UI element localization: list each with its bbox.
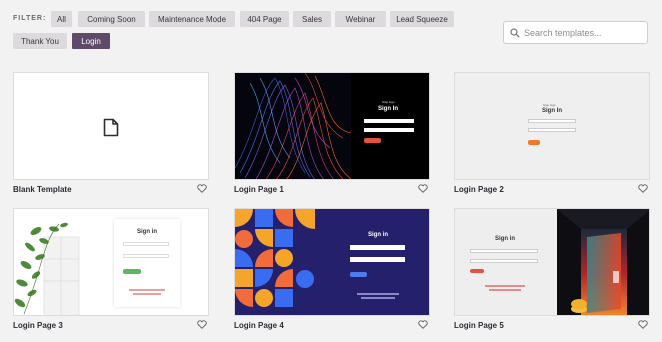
- template-card-login-3: Sign in Login Page 3: [13, 208, 209, 330]
- template-card-login-1: Stop logo Sign In Login Page 1: [234, 72, 430, 194]
- filter-chip-webinar[interactable]: Webinar: [335, 11, 386, 27]
- heart-icon[interactable]: [638, 320, 648, 329]
- preview-footer-link: [485, 285, 525, 287]
- filter-chip-maintenance-mode[interactable]: Maintenance Mode: [149, 11, 235, 27]
- template-thumbnail[interactable]: Stop logo Sign In: [234, 72, 430, 180]
- preview-kicker: Stop logo: [543, 103, 556, 107]
- preview-heading: Sign in: [137, 229, 157, 235]
- template-title: Login Page 5: [454, 321, 504, 330]
- filter-chip-thank-you[interactable]: Thank You: [13, 33, 67, 49]
- preview-password-field: [470, 259, 538, 263]
- preview-footer-link: [133, 293, 161, 295]
- heart-icon[interactable]: [638, 184, 648, 193]
- plant-illustration: [14, 222, 80, 315]
- template-thumbnail[interactable]: Sign in: [234, 208, 430, 316]
- template-thumbnail[interactable]: [13, 72, 209, 180]
- doorway-image: [557, 209, 649, 315]
- preview-email-field: [123, 242, 169, 246]
- heart-icon[interactable]: [197, 320, 207, 329]
- template-title: Login Page 2: [454, 185, 504, 194]
- preview-heading: Sign In: [378, 106, 398, 112]
- preview-submit-button: [528, 140, 540, 145]
- preview-login-box: Sign in: [114, 219, 180, 307]
- heart-icon[interactable]: [418, 184, 428, 193]
- search-icon: [510, 27, 520, 38]
- preview-email-field: [470, 249, 538, 253]
- preview-footer-link: [489, 289, 521, 291]
- filter-chip-404-page[interactable]: 404 Page: [240, 11, 289, 27]
- preview-submit-button: [364, 138, 381, 143]
- preview-password-field: [364, 128, 414, 132]
- preview-footer-link: [357, 293, 399, 295]
- preview-heading: Sign in: [368, 232, 388, 238]
- template-title: Login Page 1: [234, 185, 284, 194]
- template-card-login-4: Sign in Login Page 4: [234, 208, 430, 330]
- preview-email-field: [364, 119, 414, 123]
- preview-heading: Sign in: [495, 236, 515, 242]
- wave-art: [235, 73, 351, 179]
- template-title: Blank Template: [13, 185, 72, 194]
- template-title: Login Page 4: [234, 321, 284, 330]
- filter-chip-lead-squeeze[interactable]: Lead Squeeze: [390, 11, 454, 27]
- template-card-login-5: Sign in Login Page 5: [454, 208, 650, 330]
- preview-footer-link: [129, 289, 165, 291]
- template-title: Login Page 3: [13, 321, 63, 330]
- template-thumbnail[interactable]: Sign in: [454, 208, 650, 316]
- template-gallery: FILTER: All Coming Soon Maintenance Mode…: [0, 0, 662, 342]
- filter-chip-login[interactable]: Login: [72, 33, 110, 49]
- geometric-pattern: [235, 209, 315, 315]
- filter-chip-all[interactable]: All: [51, 11, 72, 27]
- template-thumbnail[interactable]: Stop logo Sign In: [454, 72, 650, 180]
- filter-chip-coming-soon[interactable]: Coming Soon: [78, 11, 145, 27]
- preview-footer-link: [361, 297, 395, 299]
- preview-kicker: Stop logo: [382, 100, 395, 104]
- preview-submit-button: [123, 269, 141, 274]
- template-thumbnail[interactable]: Sign in: [13, 208, 209, 316]
- filter-label: FILTER:: [13, 15, 47, 22]
- heart-icon[interactable]: [418, 320, 428, 329]
- search-input[interactable]: [524, 27, 642, 38]
- search-box[interactable]: [503, 21, 648, 44]
- heart-icon[interactable]: [197, 184, 207, 193]
- preview-email-field: [528, 119, 576, 123]
- preview-submit-button: [470, 269, 484, 273]
- template-card-login-2: Stop logo Sign In Login Page 2: [454, 72, 650, 194]
- preview-password-field: [528, 128, 576, 132]
- preview-heading: Sign In: [542, 108, 562, 114]
- document-icon: [103, 118, 119, 137]
- preview-email-field: [350, 245, 405, 250]
- filter-chip-sales[interactable]: Sales: [293, 11, 331, 27]
- preview-password-field: [350, 257, 405, 262]
- template-card-blank: Blank Template: [13, 72, 209, 194]
- preview-password-field: [123, 254, 169, 258]
- preview-submit-button: [350, 272, 367, 277]
